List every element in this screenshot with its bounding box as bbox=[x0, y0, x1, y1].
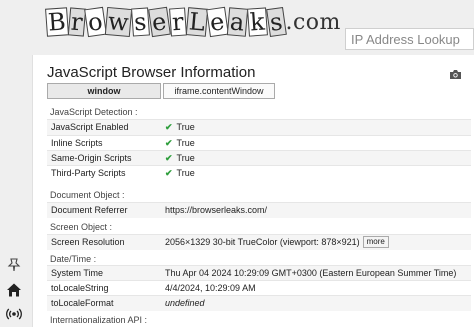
row-key: Screen Resolution bbox=[51, 237, 125, 247]
table-row: Inline Scripts ✔ True bbox=[47, 135, 471, 151]
table-row: JavaScript Enabled ✔ True bbox=[47, 119, 471, 135]
row-value: https://browserleaks.com/ bbox=[165, 205, 268, 215]
tab-iframe-contentwindow[interactable]: iframe.contentWindow bbox=[163, 83, 275, 99]
table-row: Document Referrer https://browserleaks.c… bbox=[47, 202, 471, 218]
tab-window[interactable]: window bbox=[47, 83, 161, 99]
checkmark-icon: ✔ bbox=[165, 122, 173, 132]
row-value: Thu Apr 04 2024 10:29:09 GMT+0300 (Easte… bbox=[165, 268, 457, 278]
row-key: Same-Origin Scripts bbox=[51, 153, 132, 163]
pin-icon[interactable] bbox=[5, 256, 23, 274]
checkmark-icon: ✔ bbox=[165, 153, 173, 163]
page-title: JavaScript Browser Information bbox=[47, 64, 256, 81]
row-value: ✔ True bbox=[165, 153, 195, 163]
table-row: toLocaleFormat undefined bbox=[47, 295, 471, 311]
row-key: Third-Party Scripts bbox=[51, 168, 126, 178]
table-row: toLocaleString 4/4/2024, 10:29:09 AM bbox=[47, 280, 471, 296]
section-label-detection: JavaScript Detection : bbox=[50, 107, 138, 117]
logo-domain: .com bbox=[285, 10, 341, 35]
row-key: toLocaleFormat bbox=[51, 298, 114, 308]
table-row: Third-Party Scripts ✔ True bbox=[47, 165, 471, 181]
section-label-datetime: Date/Time : bbox=[50, 254, 97, 264]
row-value: 4/4/2024, 10:29:09 AM bbox=[165, 283, 256, 293]
sidebar bbox=[0, 250, 28, 327]
section-label-screen: Screen Object : bbox=[50, 222, 113, 232]
home-icon[interactable] bbox=[5, 281, 23, 299]
checkmark-icon: ✔ bbox=[165, 138, 173, 148]
main-panel: JavaScript Browser Information window if… bbox=[32, 55, 474, 327]
section-label-document: Document Object : bbox=[50, 190, 125, 200]
table-row: Same-Origin Scripts ✔ True bbox=[47, 150, 471, 166]
row-value: undefined bbox=[165, 298, 205, 308]
table-row: Screen Resolution 2056×1329 30-bit TrueC… bbox=[47, 234, 471, 250]
section-label-intl: Internationalization API : bbox=[50, 315, 148, 325]
row-value: ✔ True bbox=[165, 122, 195, 132]
camera-icon[interactable] bbox=[449, 67, 462, 85]
row-key: Inline Scripts bbox=[51, 138, 103, 148]
checkmark-icon: ✔ bbox=[165, 168, 173, 178]
row-value: ✔ True bbox=[165, 168, 195, 178]
ip-lookup-search-input[interactable]: IP Address Lookup bbox=[345, 28, 474, 50]
row-key: Document Referrer bbox=[51, 205, 128, 215]
row-key: toLocaleString bbox=[51, 283, 109, 293]
table-row: System Time Thu Apr 04 2024 10:29:09 GMT… bbox=[47, 265, 471, 281]
more-button[interactable]: more bbox=[362, 236, 389, 248]
row-value: 2056×1329 30-bit TrueColor (viewport: 87… bbox=[165, 235, 389, 250]
broadcast-icon[interactable] bbox=[5, 305, 23, 323]
row-key: JavaScript Enabled bbox=[51, 122, 129, 132]
site-logo[interactable]: Brow ser Lea ks.com bbox=[45, 6, 341, 40]
row-key: System Time bbox=[51, 268, 104, 278]
row-value: ✔ True bbox=[165, 138, 195, 148]
top-bar: Brow ser Lea ks.com IP Address Lookup bbox=[0, 0, 474, 50]
